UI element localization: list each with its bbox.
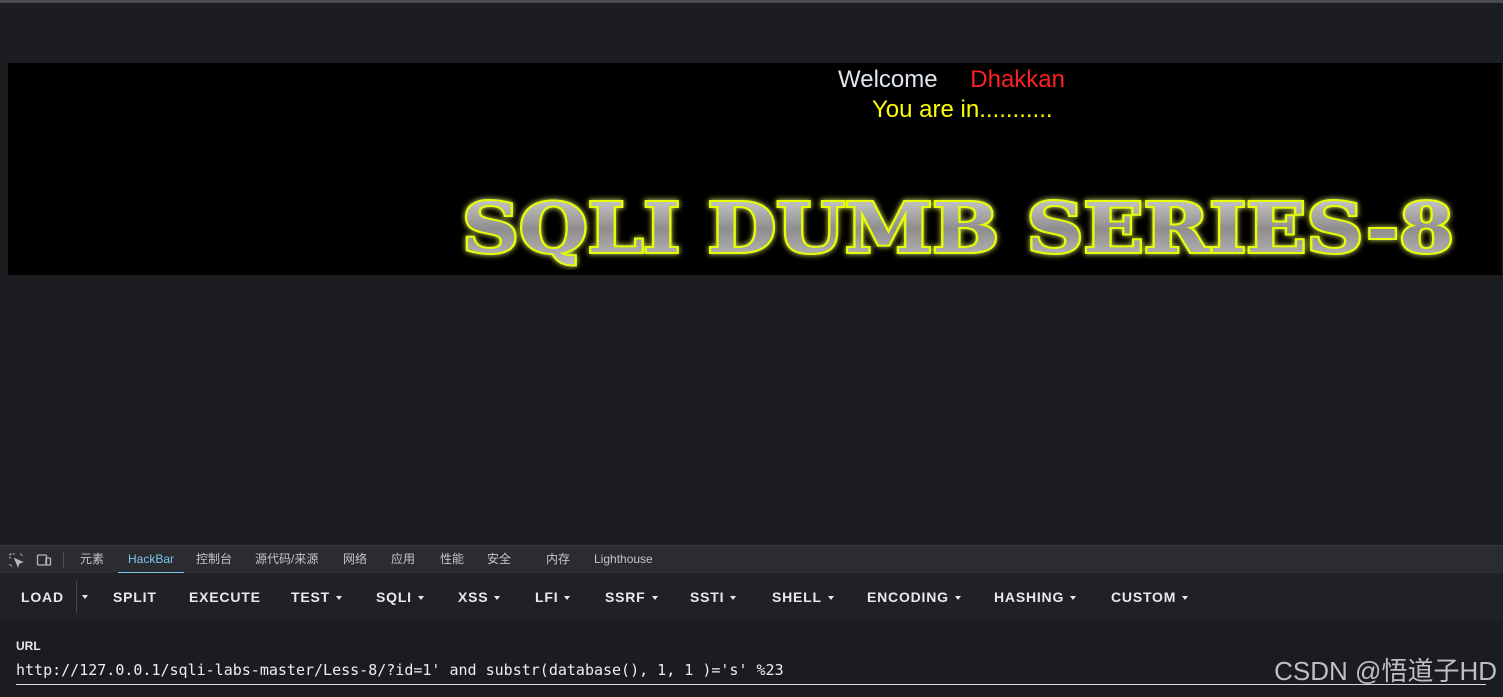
url-input[interactable]: http://127.0.0.1/sqli-labs-master/Less-8… [16,659,1486,681]
csdn-watermark: CSDN @悟道子HD [1274,656,1497,686]
test-menu-label: TEST [291,589,330,605]
tab-hackbar[interactable]: HackBar [118,546,185,574]
tab-application[interactable]: 应用 [391,546,415,573]
encoding-menu-button[interactable]: ENCODING [867,587,961,607]
login-status-text: You are in........... [872,96,1053,123]
welcome-line: Welcome Dhakkan [838,66,1065,94]
devtools-tab-bar: 元素 HackBar 控制台 源代码/来源 网络 应用 性能 安全 内存 Lig… [0,545,1503,574]
ssrf-menu-label: SSRF [605,589,646,605]
hashing-menu-label: HASHING [994,589,1065,605]
xss-menu-button[interactable]: XSS [458,587,501,607]
tab-performance[interactable]: 性能 [440,546,464,573]
lfi-menu-label: LFI [535,589,559,605]
url-input-underline [16,684,1486,685]
load-button-divider [76,581,77,613]
chevron-down-icon [827,596,834,601]
split-button[interactable]: SPLIT [113,587,157,607]
encoding-menu-label: ENCODING [867,589,949,605]
tab-security[interactable]: 安全 [487,546,511,573]
device-toolbar-icon[interactable] [36,552,52,568]
inspect-element-icon[interactable] [8,552,24,568]
chevron-down-icon [730,596,737,601]
ssrf-menu-button[interactable]: SSRF [605,587,658,607]
hashing-menu-button[interactable]: HASHING [994,587,1077,607]
chevron-down-icon [494,596,501,601]
shell-menu-button[interactable]: SHELL [772,587,834,607]
xss-menu-label: XSS [458,589,489,605]
sqli-menu-label: SQLI [376,589,412,605]
chevron-down-icon [954,596,961,601]
ssti-menu-button[interactable]: SSTI [690,587,737,607]
tab-bar-divider [63,552,64,568]
tab-elements[interactable]: 元素 [80,546,104,573]
tab-network[interactable]: 网络 [343,546,367,573]
tab-lighthouse[interactable]: Lighthouse [594,546,653,573]
lfi-menu-button[interactable]: LFI [535,587,571,607]
series-title-text: SQLI DUMB SERIES-8 [462,190,1454,269]
user-name: Dhakkan [970,66,1065,93]
ssti-menu-label: SSTI [690,589,725,605]
load-dropdown-icon[interactable] [82,595,88,599]
series-title-logo: SQLI DUMB SERIES-8 [458,190,1468,270]
chevron-down-icon [651,596,658,601]
url-label: URL [16,639,41,653]
chevron-down-icon [1182,596,1189,601]
custom-menu-label: CUSTOM [1111,589,1177,605]
chevron-down-icon [564,596,571,601]
welcome-text: Welcome [838,66,938,93]
sqli-menu-button[interactable]: SQLI [376,587,424,607]
custom-menu-button[interactable]: CUSTOM [1111,587,1189,607]
execute-button[interactable]: EXECUTE [189,587,261,607]
tab-sources[interactable]: 源代码/来源 [255,546,318,573]
test-menu-button[interactable]: TEST [291,587,342,607]
chevron-down-icon [417,596,424,601]
load-button[interactable]: LOAD [21,587,64,607]
chevron-down-icon [1070,596,1077,601]
tab-memory[interactable]: 内存 [546,546,570,573]
shell-menu-label: SHELL [772,589,822,605]
chevron-down-icon [335,596,342,601]
hackbar-toolbar: LOAD SPLIT EXECUTE TEST SQLI XSS LFI SSR… [0,573,1503,621]
tab-console[interactable]: 控制台 [196,546,232,573]
hackbar-url-panel: URL http://127.0.0.1/sqli-labs-master/Le… [0,621,1503,697]
